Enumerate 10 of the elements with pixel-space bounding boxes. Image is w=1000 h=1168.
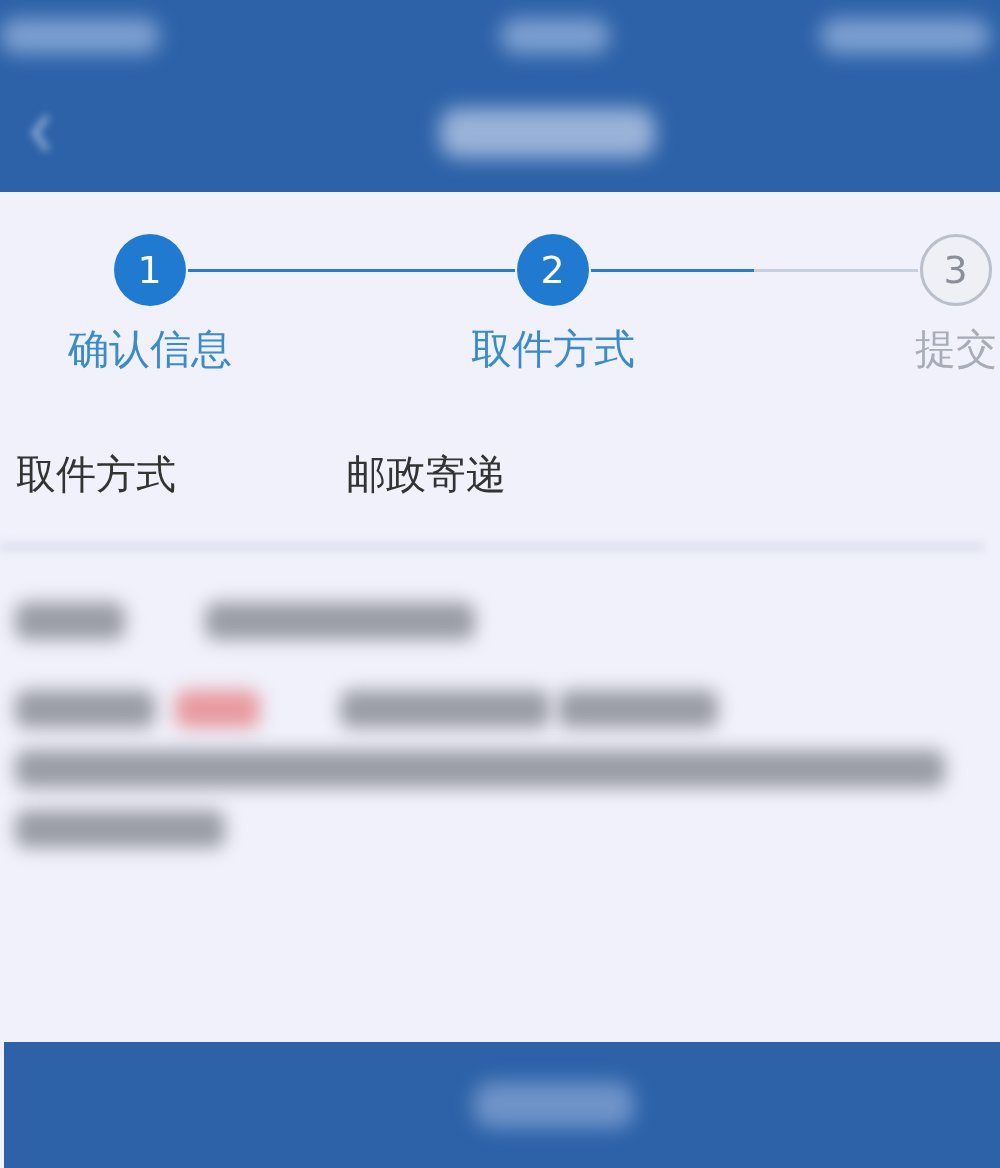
step-label: 取件方式 bbox=[470, 324, 635, 375]
step-label: 确认信息 bbox=[67, 324, 232, 375]
field-label: 取件方式 bbox=[16, 450, 176, 499]
step-number: 1 bbox=[113, 234, 186, 306]
back-icon[interactable] bbox=[30, 112, 52, 154]
step-label: 提交 bbox=[914, 324, 997, 375]
next-button[interactable] bbox=[4, 1042, 1000, 1168]
step-number: 2 bbox=[516, 234, 589, 306]
step-number: 3 bbox=[919, 234, 992, 306]
field-value: 邮政寄递 bbox=[346, 450, 506, 499]
